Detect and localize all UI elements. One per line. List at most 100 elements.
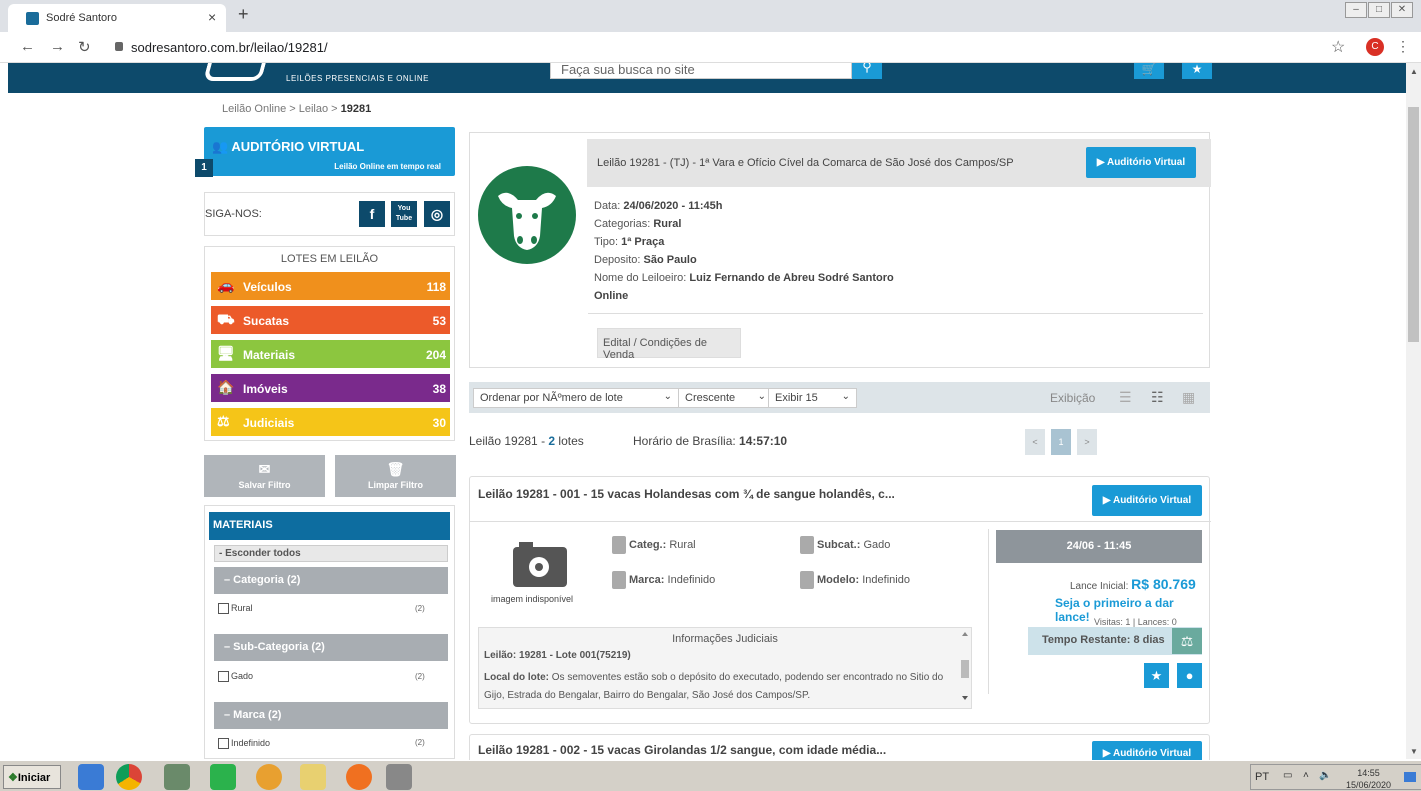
chevron-up-icon[interactable]: ˄ — [1303, 770, 1309, 781]
url-input[interactable]: sodresantoro.com.br/leilao/19281/ — [131, 40, 328, 55]
filter-option-indefinido[interactable]: Indefinido — [218, 738, 270, 750]
list-view-icon[interactable]: ☰ — [1119, 389, 1137, 407]
edital-button[interactable]: Edital / Condições de Venda — [597, 328, 741, 361]
divider — [988, 529, 989, 694]
keyboard-icon[interactable]: ▭ — [1283, 770, 1292, 781]
no-image-label: imagem indisponível — [491, 594, 574, 604]
language-indicator[interactable]: PT — [1255, 771, 1269, 783]
star-icon: ★ — [1150, 668, 1163, 683]
reload-icon[interactable]: ↻ — [78, 38, 91, 56]
auditorio-virtual-banner[interactable]: 👥 AUDITÓRIO VIRTUAL Leilão Online em tem… — [195, 127, 455, 177]
breadcrumb-leilao-online[interactable]: Leilão Online > — [222, 103, 299, 115]
page-scrollbar[interactable]: ▲ ▼ — [1406, 63, 1421, 759]
watch-button[interactable]: ● — [1177, 663, 1202, 688]
checkbox[interactable] — [218, 603, 229, 615]
chevron-down-icon: ⌄ — [841, 391, 850, 402]
filter-option-rural[interactable]: Rural — [218, 603, 253, 615]
window-controls: – □ ✕ — [1344, 2, 1413, 18]
lote-veiculos[interactable]: 🚗 Veículos 118 — [211, 272, 450, 300]
tag-icon — [800, 571, 814, 589]
filter-option-gado[interactable]: Gado — [218, 671, 253, 683]
bookmark-star-icon[interactable]: ☆ — [1331, 37, 1345, 57]
lote-imoveis[interactable]: 🏠 Imóveis 38 — [211, 374, 450, 402]
visits-counter: Visitas: 1 | Lances: 0 — [1094, 617, 1177, 627]
clock[interactable]: 14:55 15/06/2020 — [1346, 767, 1391, 791]
esconder-todos-button[interactable]: - Esconder todos — [214, 545, 448, 562]
app-icon[interactable] — [386, 764, 412, 790]
browser-tab[interactable]: Sodré Santoro × — [8, 4, 226, 32]
internet-explorer-icon[interactable] — [78, 764, 104, 790]
scrollbar-thumb[interactable] — [1408, 107, 1419, 342]
detail-view-icon[interactable]: ☷ — [1151, 389, 1169, 407]
checkbox[interactable] — [218, 671, 229, 683]
facebook-icon[interactable]: f — [359, 201, 385, 227]
page-1-button[interactable]: 1 — [1051, 429, 1071, 455]
prev-page-button[interactable]: < — [1025, 429, 1045, 455]
judicial-lote: Leilão: 19281 - Lote 001(75219) — [484, 650, 631, 661]
audience-icon: 👥 — [212, 139, 232, 154]
show-desktop-icon[interactable] — [1404, 772, 1416, 782]
youtube-icon[interactable]: You Tube — [391, 201, 417, 227]
lote-sucatas[interactable]: ⛟ Sucatas 53 — [211, 306, 450, 334]
per-page-select[interactable]: Exibir 15 ⌄ — [768, 388, 857, 408]
divider — [588, 313, 1203, 314]
filter-count: (2) — [415, 672, 425, 681]
salvar-filtro-button[interactable]: ✉ Salvar Filtro — [204, 455, 325, 497]
maximize-button[interactable]: □ — [1368, 2, 1390, 18]
s-app-icon[interactable] — [210, 764, 236, 790]
browser-menu-icon[interactable]: ⋮ — [1396, 38, 1410, 55]
checkbox[interactable] — [218, 738, 229, 750]
flame-icon[interactable] — [346, 764, 372, 790]
camera-icon — [513, 542, 567, 587]
search-input[interactable]: Faça sua busca no site — [550, 63, 852, 79]
network-icon[interactable] — [164, 764, 190, 790]
lot-title[interactable]: Leilão 19281 - 002 - 15 vacas Girolandas… — [478, 743, 886, 757]
lote-materiais[interactable]: 🖥 Materiais 204 — [211, 340, 450, 368]
next-page-button[interactable]: > — [1077, 429, 1097, 455]
instagram-icon[interactable]: ◎ — [424, 201, 450, 227]
minimize-button[interactable]: – — [1345, 2, 1367, 18]
speaker-icon[interactable]: 🔈 — [1319, 770, 1331, 781]
profile-avatar[interactable]: C — [1366, 38, 1384, 56]
scroll-up-icon[interactable]: ▲ — [1410, 67, 1418, 76]
breadcrumb: Leilão Online > Leilao > 19281 — [222, 103, 371, 115]
new-tab-button[interactable]: + — [238, 4, 249, 25]
judicial-info-box[interactable]: Informações Judiciais Leilão: 19281 - Lo… — [478, 627, 972, 709]
folder-icon[interactable] — [300, 764, 326, 790]
filter-group-subcategoria[interactable]: – Sub-Categoria (2) — [214, 634, 448, 661]
forward-icon[interactable]: → — [50, 38, 65, 55]
order-select[interactable]: Ordenar por NÃºmero de lote ⌄ — [473, 388, 679, 408]
auditorio-virtual-button[interactable]: ▶ Auditório Virtual — [1092, 485, 1202, 516]
logo-icon[interactable] — [203, 63, 267, 81]
tab-close-icon[interactable]: × — [208, 9, 216, 25]
play-circle-icon: ▶ — [1096, 157, 1107, 168]
paw-icon[interactable] — [256, 764, 282, 790]
address-bar: ← → ↻ sodresantoro.com.br/leilao/19281/ … — [0, 32, 1421, 63]
favorite-button[interactable]: ★ — [1144, 663, 1169, 688]
limpar-filtro-button[interactable]: 🗑 Limpar Filtro — [335, 455, 456, 497]
breadcrumb-leilao[interactable]: Leilao > — [299, 103, 341, 115]
close-window-button[interactable]: ✕ — [1391, 2, 1413, 18]
lote-judiciais[interactable]: ⚖ Judiciais 30 — [211, 408, 450, 436]
scales-icon: ⚖ — [1172, 628, 1202, 654]
scroll-down-icon[interactable]: ▼ — [1410, 747, 1418, 756]
start-button[interactable]: ❖Iniciar — [3, 765, 61, 789]
direction-select[interactable]: Crescente ⌄ — [678, 388, 773, 408]
cart-button[interactable]: 🛒 — [1134, 63, 1164, 79]
filter-group-categoria[interactable]: – Categoria (2) — [214, 567, 448, 594]
auditorio-title: 👥 AUDITÓRIO VIRTUAL — [212, 139, 365, 154]
back-icon[interactable]: ← — [20, 38, 35, 55]
favorites-button[interactable]: ★ — [1182, 63, 1212, 79]
judicial-scrollbar[interactable] — [959, 630, 971, 706]
search-icon: ⚲ — [862, 63, 872, 74]
filter-count: (2) — [415, 604, 425, 613]
lot-title[interactable]: Leilão 19281 - 001 - 15 vacas Holandesas… — [478, 487, 895, 501]
attr-categoria: Categ.: Rural — [612, 536, 696, 554]
search-button[interactable]: ⚲ — [852, 63, 882, 79]
filter-group-marca[interactable]: – Marca (2) — [214, 702, 448, 729]
chrome-icon[interactable] — [116, 764, 142, 790]
grid-view-icon[interactable]: ▦ — [1182, 389, 1200, 407]
auditorio-virtual-button[interactable]: ▶ Auditório Virtual — [1086, 147, 1196, 178]
filter-header: MATERIAIS — [209, 512, 450, 540]
tag-icon — [612, 571, 626, 589]
